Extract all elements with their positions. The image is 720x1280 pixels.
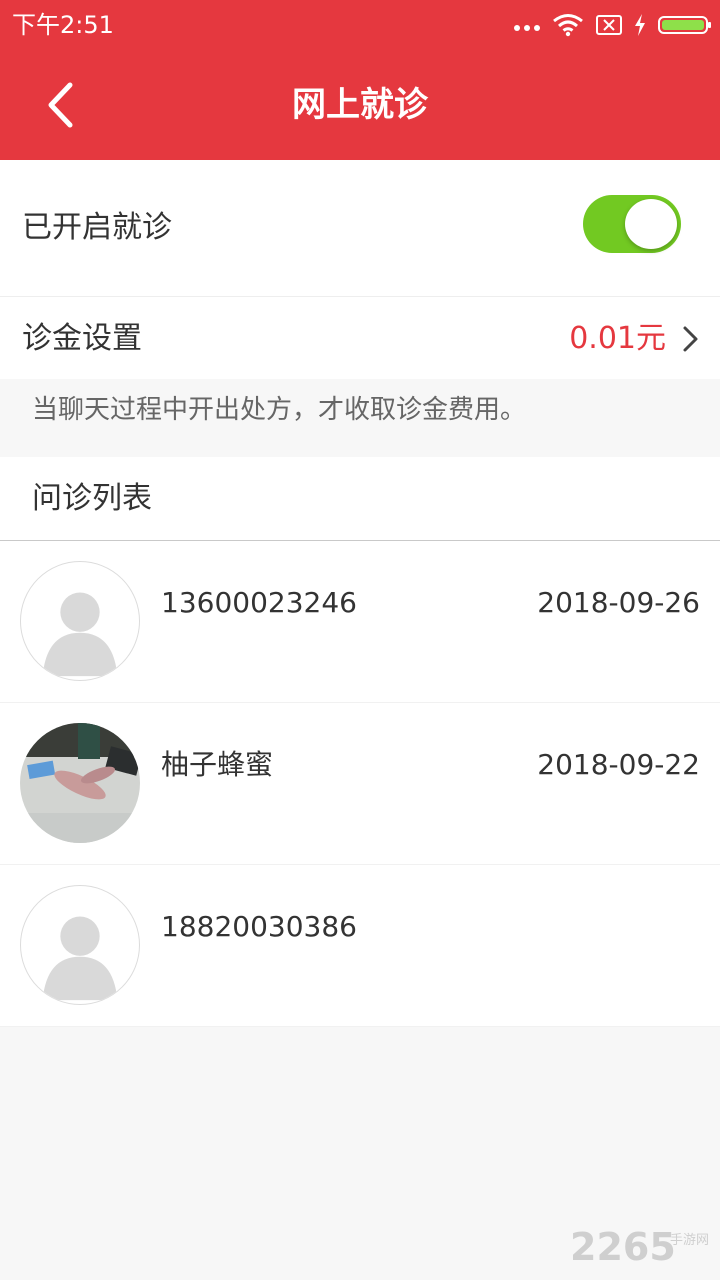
watermark-text: 2265: [570, 1225, 676, 1268]
item-name: 13600023246: [161, 586, 357, 619]
no-sim-icon: [596, 15, 622, 35]
status-time: 下午2:51: [12, 11, 114, 39]
item-name: 柚子蜂蜜: [161, 748, 274, 781]
chevron-left-icon: [48, 82, 73, 128]
wifi-icon: [553, 14, 583, 37]
fee-setting-row[interactable]: 诊金设置 0.01元: [0, 297, 720, 379]
list-item[interactable]: 柚子蜂蜜 2018-09-22: [0, 703, 720, 865]
consult-toggle-label: 已开启就诊: [22, 210, 172, 245]
battery-icon: [658, 16, 711, 34]
consult-toggle-switch[interactable]: [583, 195, 681, 253]
nav-bar: 网上就诊: [0, 50, 720, 160]
more-dots-icon: [514, 25, 540, 31]
list-header: 问诊列表: [0, 457, 720, 541]
list-header-title: 问诊列表: [32, 481, 152, 516]
fee-value: 0.01元: [569, 321, 666, 356]
toggle-knob: [625, 199, 677, 249]
list-item[interactable]: 13600023246 2018-09-26: [0, 541, 720, 703]
photo-avatar: [20, 723, 140, 843]
fee-hint-text: 当聊天过程中开出处方，才收取诊金费用。: [32, 395, 527, 425]
item-date: 2018-09-26: [537, 586, 700, 619]
back-button[interactable]: [30, 72, 90, 138]
chevron-right-icon: [683, 326, 698, 352]
watermark-logo: 2265 手游网: [570, 1225, 709, 1268]
consult-list: 13600023246 2018-09-26 柚子蜂蜜 2018-09-22 1…: [0, 541, 720, 1027]
charging-icon: [635, 14, 645, 36]
default-avatar-icon: [20, 561, 140, 681]
status-icons: [514, 10, 711, 40]
fee-setting-label: 诊金设置: [22, 321, 142, 356]
item-date: 2018-09-22: [537, 748, 700, 781]
item-name: 18820030386: [161, 910, 357, 943]
list-item[interactable]: 18820030386: [0, 865, 720, 1027]
page-title: 网上就诊: [292, 85, 428, 125]
status-bar: 下午2:51: [0, 0, 720, 50]
default-avatar-icon: [20, 885, 140, 1005]
watermark-sub: 手游网: [670, 1233, 709, 1248]
